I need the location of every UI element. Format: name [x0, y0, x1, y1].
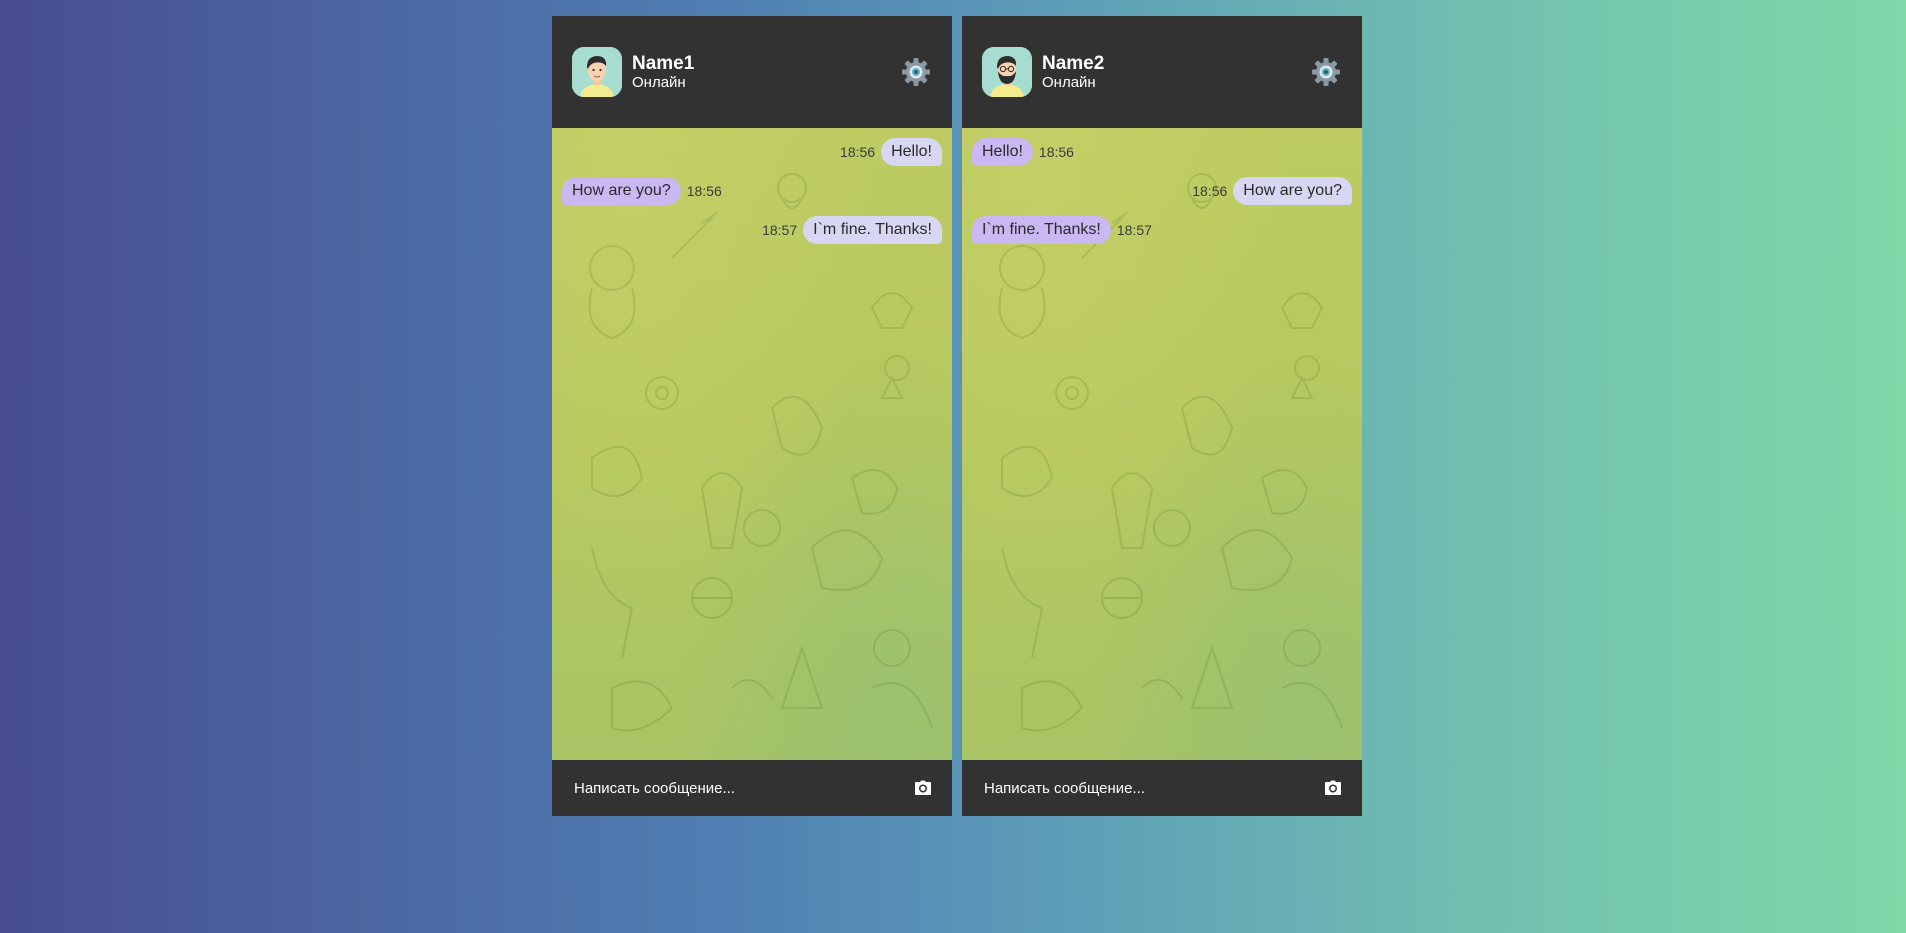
app-stage: Name1 Онлайн 18:56 Hello! How are you? 1…	[0, 0, 1906, 933]
message-row: 18:56 Hello!	[562, 138, 942, 166]
bearded-man-avatar-icon[interactable]	[982, 47, 1032, 97]
message-time: 18:57	[1116, 222, 1152, 238]
message-composer	[962, 760, 1362, 816]
message-bubble[interactable]: I`m fine. Thanks!	[803, 216, 942, 244]
man-avatar-icon[interactable]	[572, 47, 622, 97]
gear-icon[interactable]	[900, 56, 932, 88]
user-info: Name2 Онлайн	[1042, 53, 1310, 91]
gear-icon[interactable]	[1310, 56, 1342, 88]
message-time: 18:57	[762, 222, 798, 238]
message-row: I`m fine. Thanks! 18:57	[972, 216, 1352, 244]
user-info: Name1 Онлайн	[632, 53, 900, 91]
message-time: 18:56	[840, 144, 876, 160]
message-input[interactable]	[982, 778, 1324, 798]
chat-panel-right: Name2 Онлайн Hello! 18:56 18:56 How are …	[962, 16, 1362, 816]
message-row: Hello! 18:56	[972, 138, 1352, 166]
user-name: Name2	[1042, 53, 1105, 74]
message-list[interactable]: Hello! 18:56 18:56 How are you? I`m fine…	[962, 128, 1362, 760]
chat-header: Name2 Онлайн	[962, 16, 1362, 128]
message-bubble[interactable]: Hello!	[881, 138, 942, 166]
camera-icon[interactable]	[1324, 780, 1342, 796]
message-composer	[552, 760, 952, 816]
message-time: 18:56	[1038, 144, 1074, 160]
message-bubble[interactable]: I`m fine. Thanks!	[972, 216, 1111, 244]
message-input[interactable]	[572, 778, 914, 798]
message-row: How are you? 18:56	[562, 177, 942, 205]
message-time: 18:56	[1192, 183, 1228, 199]
camera-icon[interactable]	[914, 780, 932, 796]
user-status: Онлайн	[632, 74, 686, 91]
message-row: 18:57 I`m fine. Thanks!	[562, 216, 942, 244]
message-bubble[interactable]: How are you?	[562, 177, 681, 205]
message-time: 18:56	[686, 183, 722, 199]
message-row: 18:56 How are you?	[972, 177, 1352, 205]
user-status: Онлайн	[1042, 74, 1096, 91]
chat-header: Name1 Онлайн	[552, 16, 952, 128]
message-bubble[interactable]: Hello!	[972, 138, 1033, 166]
user-name: Name1	[632, 53, 695, 74]
message-bubble[interactable]: How are you?	[1233, 177, 1352, 205]
chat-panel-left: Name1 Онлайн 18:56 Hello! How are you? 1…	[552, 16, 952, 816]
message-list[interactable]: 18:56 Hello! How are you? 18:56 18:57 I`…	[552, 128, 952, 760]
